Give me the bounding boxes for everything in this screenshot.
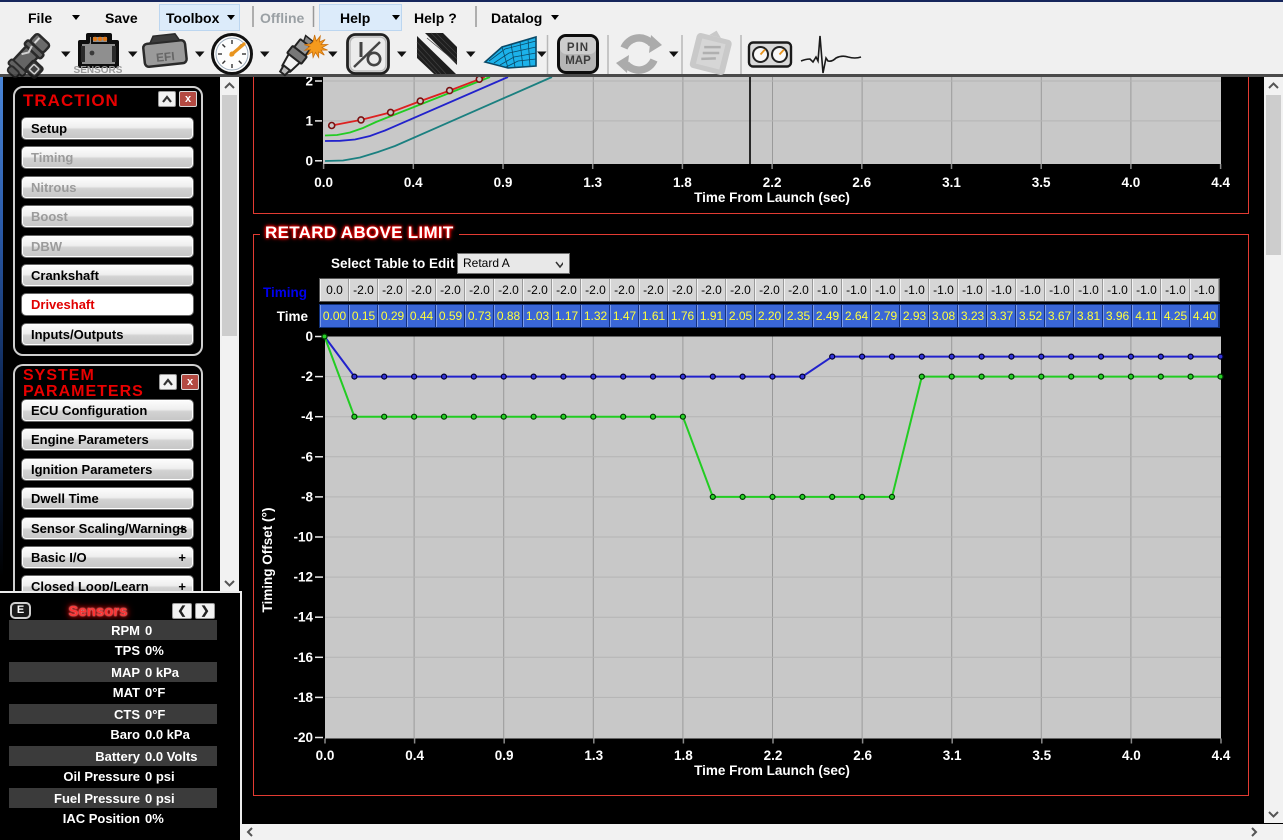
svg-text:SENSORS: SENSORS — [74, 65, 123, 76]
svg-text:MAP: MAP — [565, 55, 591, 67]
svg-text:EFI: EFI — [155, 49, 175, 65]
svg-text:PIN: PIN — [567, 42, 589, 54]
